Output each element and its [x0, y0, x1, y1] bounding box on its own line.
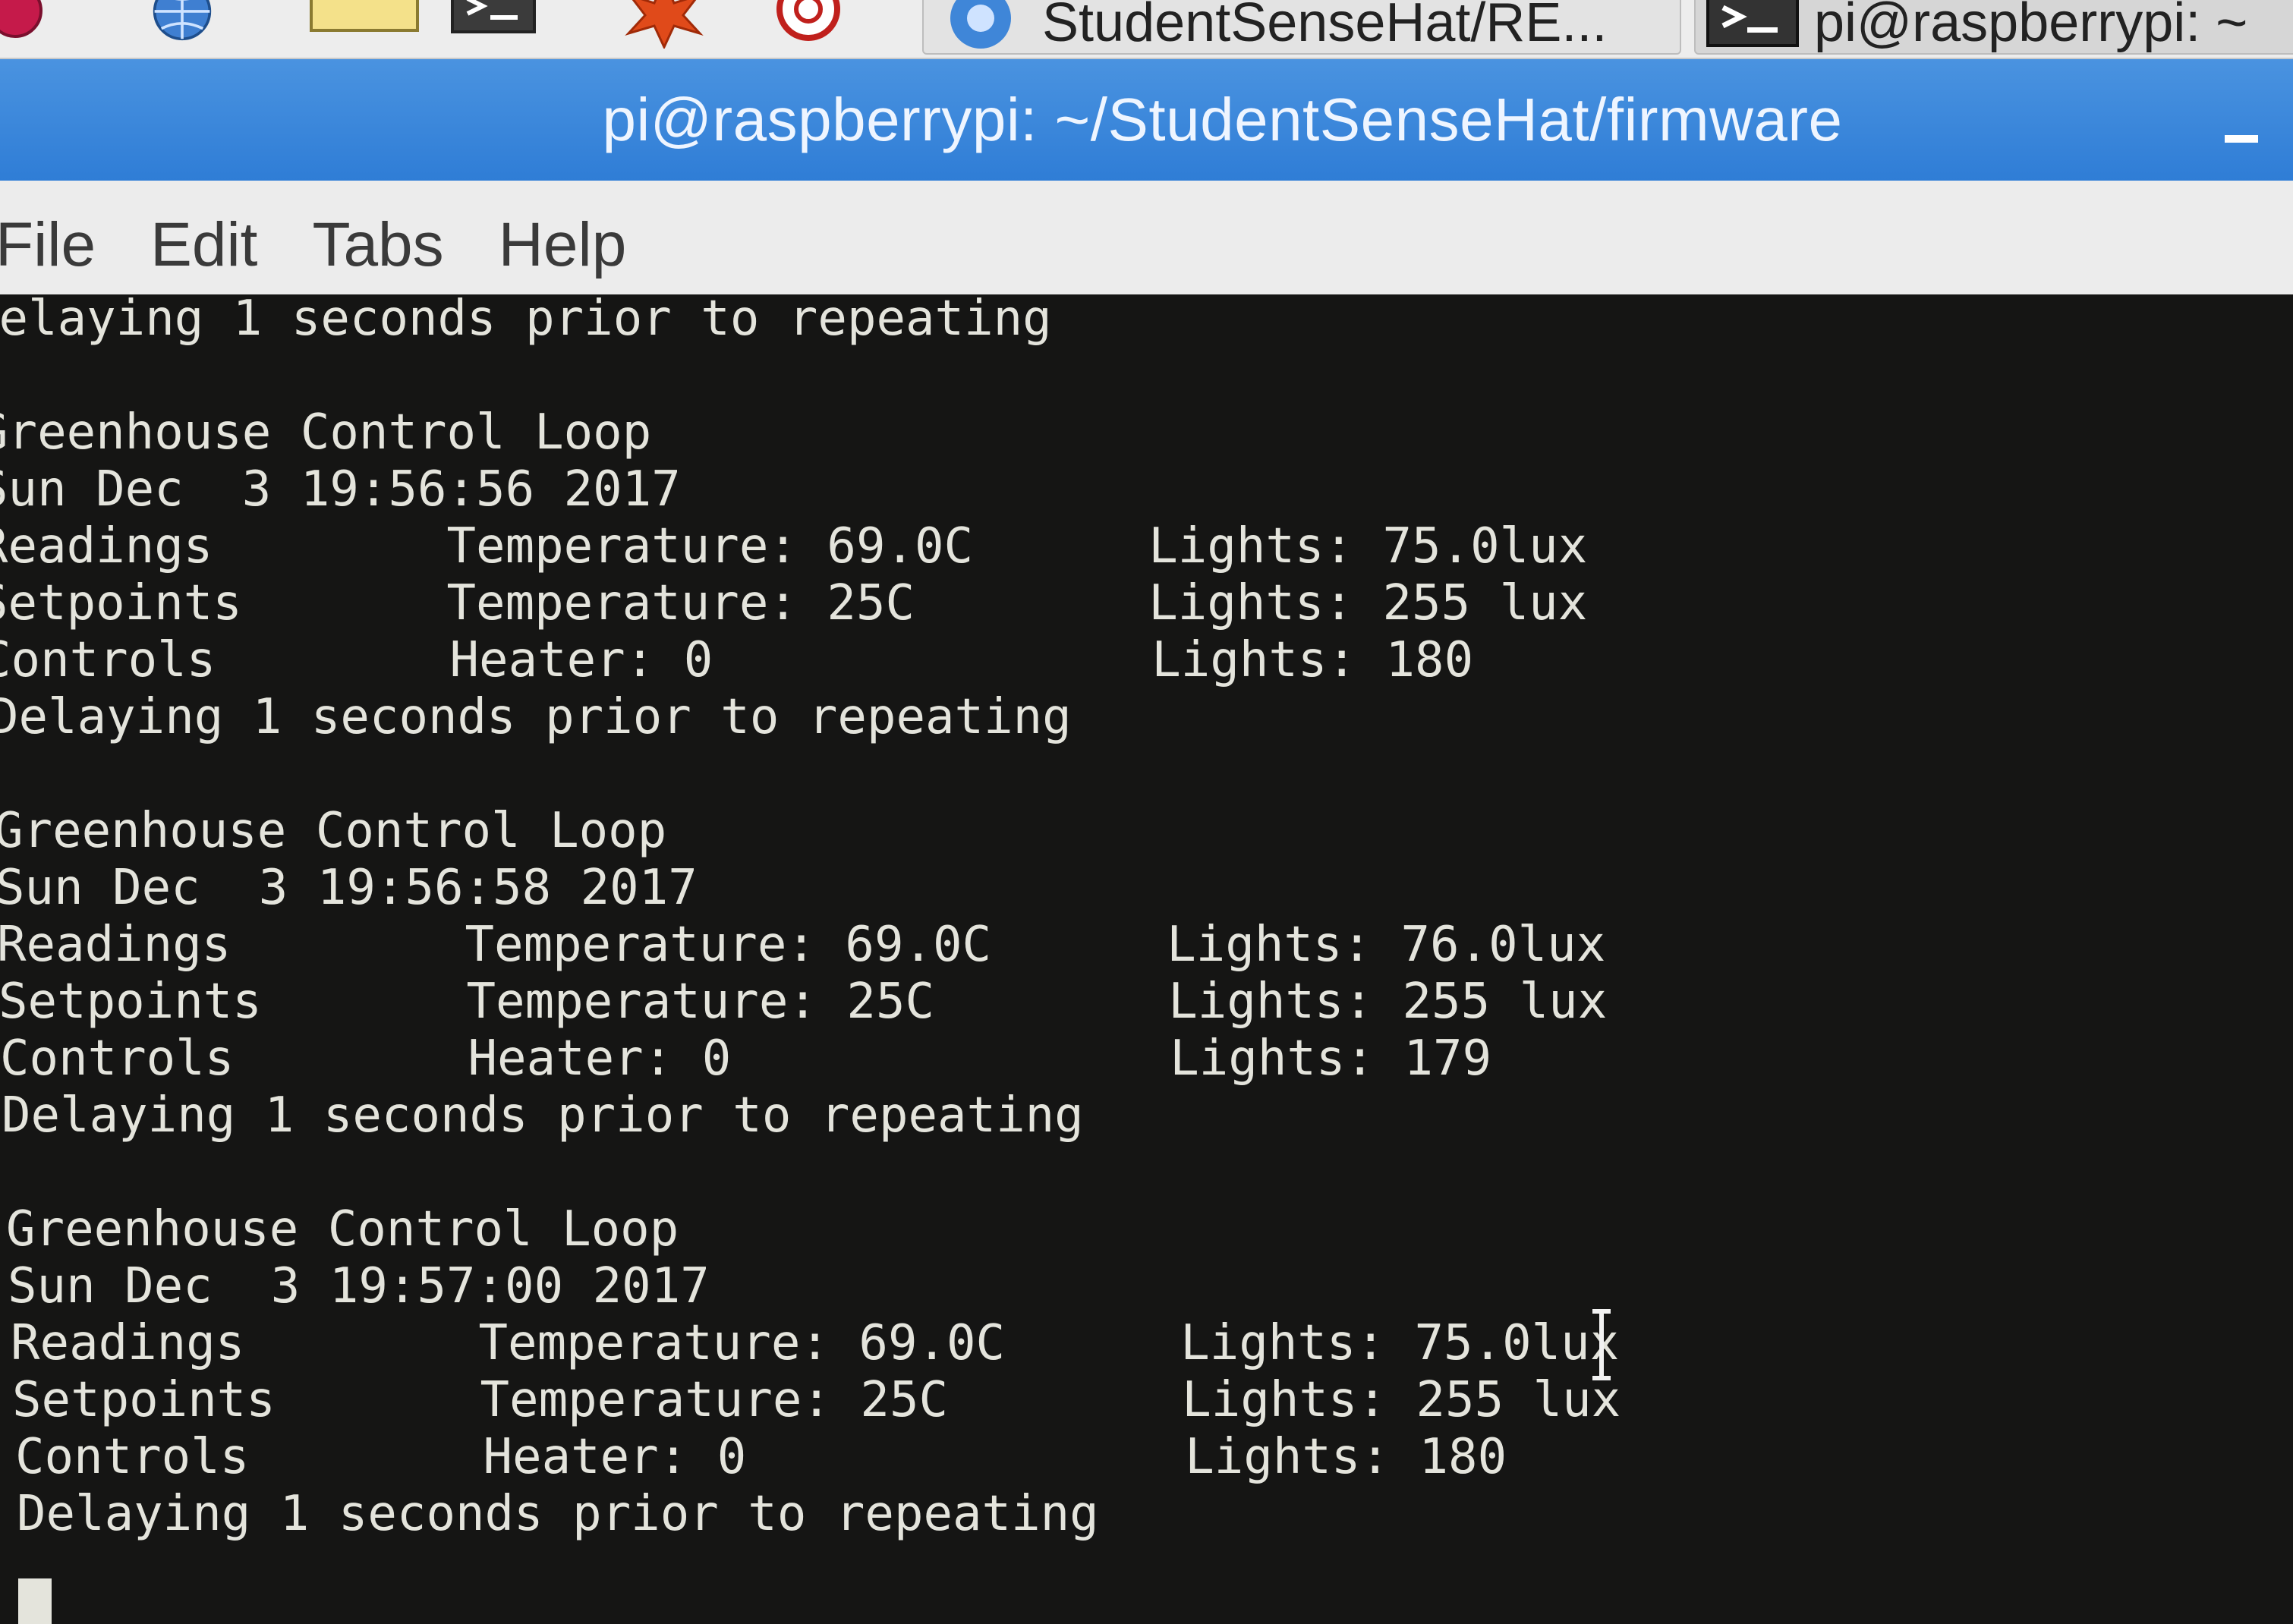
terminal-line: Greenhouse Control Loop: [6, 1201, 679, 1257]
terminal-line: Delaying 1 seconds prior to repeating: [17, 1486, 1099, 1542]
terminal-line: Readings Temperature: 69.0C Lights: 76.0…: [0, 917, 1606, 973]
taskbar: StudentSenseHat/RE... pi@raspberrypi: ~: [0, 0, 2293, 59]
terminal-line: Delaying 1 seconds prior to repeating: [0, 689, 1072, 745]
terminal-line: Readings Temperature: 69.0C Lights: 75.0…: [0, 518, 1588, 574]
raspberry-menu-icon[interactable]: [0, 0, 53, 47]
minimize-icon: [2225, 135, 2258, 143]
chromium-icon: [931, 0, 1030, 49]
menu-bar: File Edit Tabs Help: [0, 181, 2293, 294]
terminal-line: Readings Temperature: 69.0C Lights: 75.0…: [11, 1315, 1620, 1371]
task-label: StudentSenseHat/RE...: [1042, 0, 1608, 53]
minimize-button[interactable]: [2219, 112, 2264, 143]
menu-edit[interactable]: Edit: [150, 194, 257, 281]
task-button-browser[interactable]: StudentSenseHat/RE...: [922, 0, 1681, 55]
web-browser-icon[interactable]: [144, 0, 220, 47]
menu-file[interactable]: File: [0, 194, 96, 281]
terminal-line: Controls Heater: 0 Lights: 180: [0, 632, 1474, 688]
terminal-line: Delaying 1 seconds prior to repeating: [2, 1087, 1084, 1144]
terminal-line: Sun Dec 3 19:56:56 2017: [0, 461, 681, 518]
terminal-line: Setpoints Temperature: 25C Lights: 255 l…: [12, 1372, 1621, 1428]
terminal-cursor: [18, 1578, 52, 1624]
terminal-output[interactable]: Delaying 1 seconds prior to repeating Gr…: [0, 294, 2293, 1624]
task-button-terminal[interactable]: pi@raspberrypi: ~: [1694, 0, 2293, 55]
terminal-line: Controls Heater: 0 Lights: 180: [15, 1429, 1507, 1485]
task-label: pi@raspberrypi: ~: [1814, 0, 2248, 53]
file-manager-icon[interactable]: [304, 0, 425, 47]
terminal-line: Greenhouse Control Loop: [0, 404, 652, 461]
window-titlebar[interactable]: pi@raspberrypi: ~/StudentSenseHat/firmwa…: [0, 59, 2293, 181]
terminal-line: Greenhouse Control Loop: [0, 803, 667, 859]
menu-tabs[interactable]: Tabs: [312, 194, 443, 281]
mouse-ibeam-cursor-icon: [1592, 1309, 1611, 1380]
terminal-line: Setpoints Temperature: 25C Lights: 255 l…: [0, 575, 1588, 631]
terminal-icon[interactable]: [448, 0, 539, 47]
wolfram-icon[interactable]: [759, 0, 858, 47]
terminal-line: Sun Dec 3 19:56:58 2017: [0, 860, 698, 916]
terminal-line: Sun Dec 3 19:57:00 2017: [8, 1258, 710, 1314]
window-title: pi@raspberrypi: ~/StudentSenseHat/firmwa…: [602, 86, 1843, 153]
terminal-line: Setpoints Temperature: 25C Lights: 255 l…: [0, 974, 1608, 1030]
terminal-line: Delaying 1 seconds prior to repeating: [0, 294, 1052, 347]
terminal-icon: [1703, 0, 1802, 49]
mathematica-icon[interactable]: [615, 0, 713, 49]
menu-help[interactable]: Help: [499, 194, 627, 281]
terminal-line: Controls Heater: 0 Lights: 179: [0, 1031, 1492, 1087]
